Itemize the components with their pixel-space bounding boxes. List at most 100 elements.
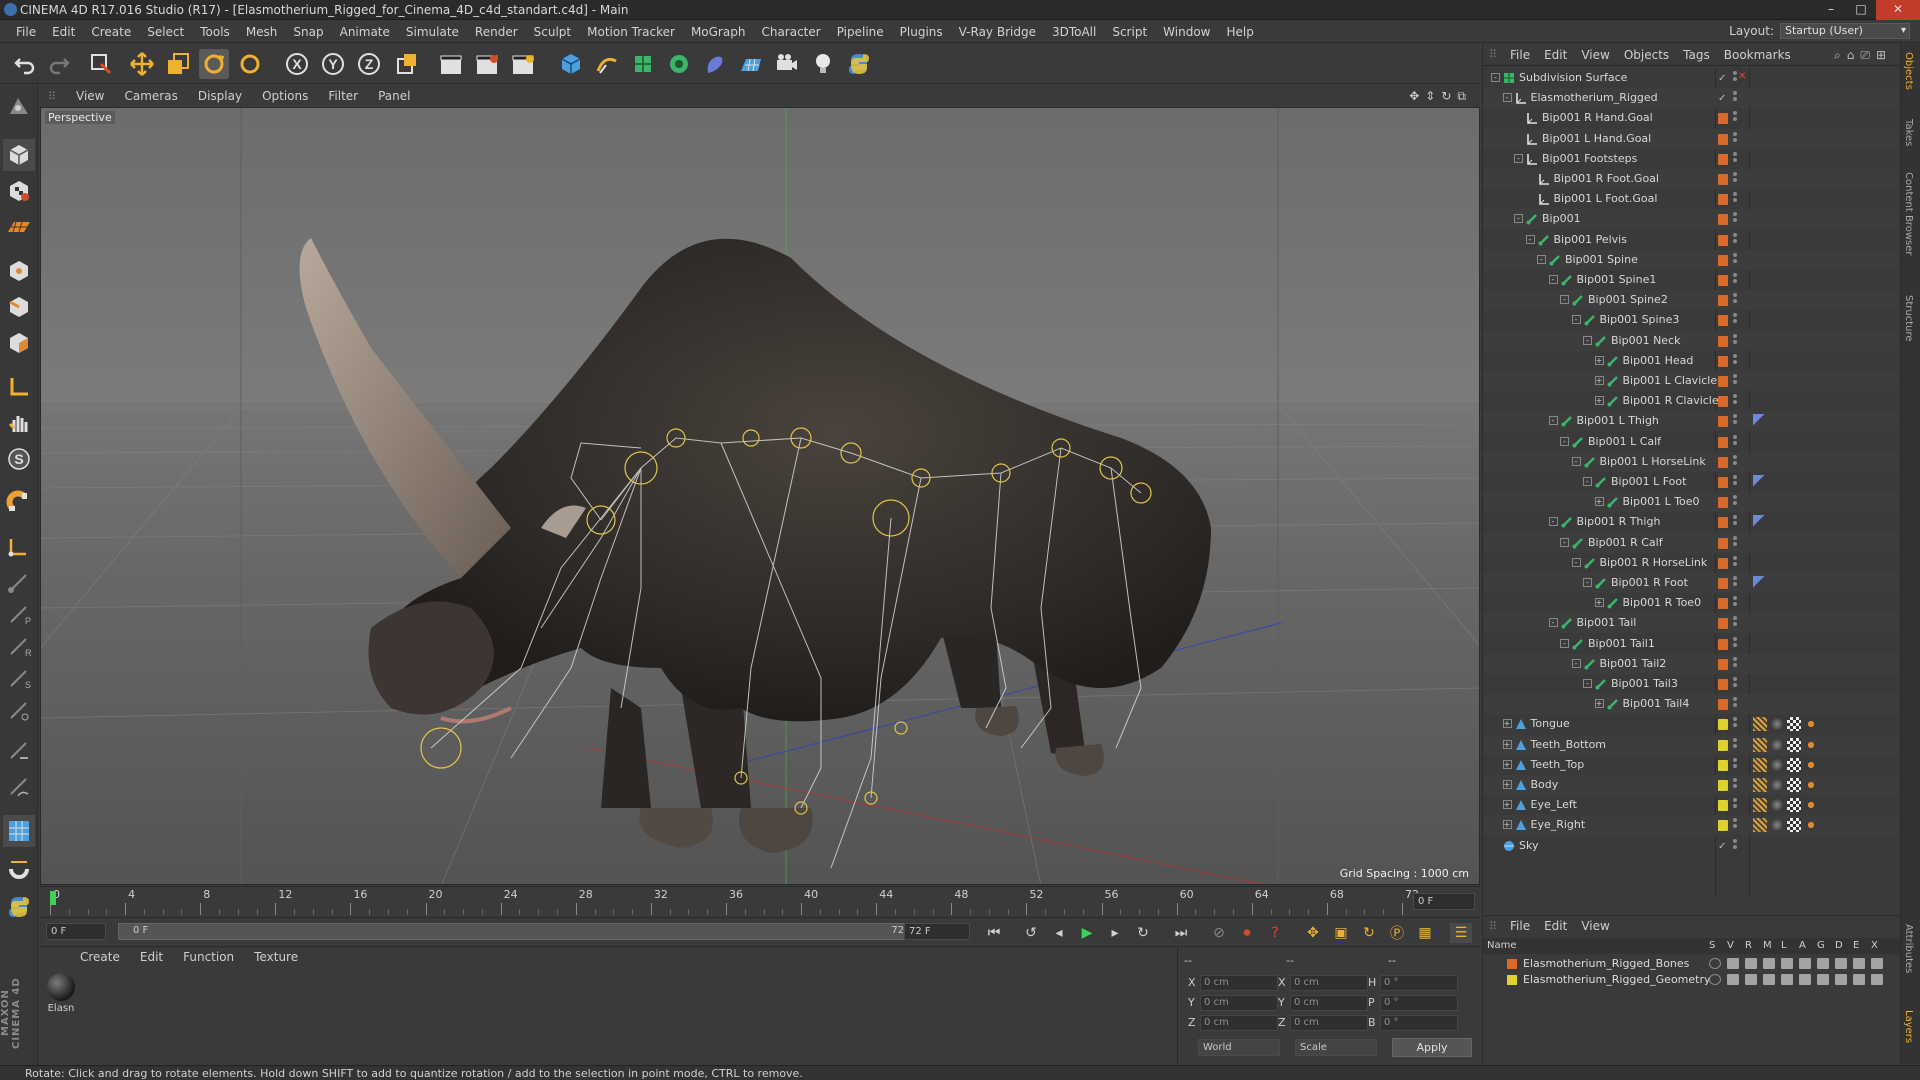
object-row-eye-right[interactable]: + Eye_Right	[1483, 815, 1901, 836]
previous-key-button[interactable]: ↺	[1020, 923, 1042, 943]
expand-toggle[interactable]: +	[1594, 376, 1604, 385]
magnet-button[interactable]	[3, 487, 35, 519]
layer-row-elasmotherium-rigged-geometry[interactable]: Elasmotherium_Rigged_Geometry	[1483, 972, 1900, 988]
expand-toggle[interactable]: +	[1502, 800, 1512, 810]
view-flag-icon[interactable]	[1727, 974, 1739, 985]
bone-tool-5-button[interactable]	[3, 695, 35, 727]
object-name[interactable]: Bip001 Tail4	[1623, 697, 1690, 710]
object-row-elasmotherium-rigged[interactable]: - Elasmotherium_Rigged ✓	[1483, 88, 1901, 109]
expand-toggle[interactable]: -	[1560, 436, 1569, 446]
rotate-tool-button[interactable]	[199, 49, 229, 79]
object-menu-view[interactable]: View	[1574, 48, 1616, 62]
layer-color-swatch[interactable]	[1718, 780, 1728, 791]
visibility-dots[interactable]	[1733, 313, 1737, 327]
rotation-b-field[interactable]: 0 °	[1380, 1015, 1458, 1031]
object-name[interactable]: Bip001 R Thigh	[1577, 515, 1661, 528]
visibility-dots[interactable]	[1733, 91, 1737, 105]
object-name[interactable]: Bip001 Pelvis	[1554, 233, 1627, 246]
phong-tag-icon[interactable]	[1753, 778, 1767, 792]
apply-button[interactable]: Apply	[1392, 1038, 1472, 1057]
visibility-dots[interactable]	[1733, 656, 1737, 671]
python-button[interactable]	[844, 49, 874, 79]
magnet-tool-button[interactable]	[3, 851, 35, 883]
close-button[interactable]: ✕	[1876, 0, 1920, 20]
z-axis-lock-button[interactable]: Z	[354, 49, 384, 79]
render-picture-viewer-button[interactable]	[472, 49, 502, 79]
object-row-bip001-head[interactable]: + Bip001 Head	[1483, 351, 1901, 371]
layer-color-swatch[interactable]	[1718, 335, 1728, 347]
manager-flag-icon[interactable]	[1763, 958, 1775, 969]
coordinate-system-button[interactable]	[392, 49, 422, 79]
weight-tag-icon[interactable]	[1804, 778, 1818, 792]
object-name[interactable]: Tongue	[1531, 717, 1570, 730]
make-editable-button[interactable]	[3, 91, 35, 123]
material-tag-icon[interactable]	[1770, 737, 1784, 752]
layer-color-swatch[interactable]	[1718, 477, 1728, 488]
object-name[interactable]: Elasmotherium_Rigged	[1531, 91, 1658, 104]
layer-color-swatch[interactable]	[1718, 517, 1728, 529]
rotation-key-button[interactable]: ↻	[1358, 923, 1380, 943]
material-tag-icon[interactable]	[1770, 778, 1784, 792]
visibility-dots[interactable]	[1733, 192, 1737, 206]
object-row-bip001-l-foot[interactable]: - Bip001 L Foot	[1483, 472, 1901, 492]
parameter-key-button[interactable]: Ⓟ	[1386, 923, 1408, 943]
visibility-dots[interactable]	[1733, 535, 1737, 550]
visibility-dots[interactable]	[1733, 616, 1737, 630]
size-x-field[interactable]: 0 cm	[1290, 975, 1368, 991]
object-row-bip001-spine2[interactable]: - Bip001 Spine2	[1483, 290, 1901, 311]
layer-color-swatch[interactable]	[1718, 436, 1728, 448]
play-button[interactable]: ▶	[1076, 923, 1098, 943]
layer-color-swatch[interactable]	[1718, 618, 1728, 630]
object-row-bip001-spine[interactable]: - Bip001 Spine	[1483, 249, 1901, 270]
expand-toggle[interactable]: +	[1594, 355, 1604, 365]
layer-color-swatch[interactable]	[1718, 557, 1728, 569]
render-flag-icon[interactable]	[1745, 974, 1757, 985]
visibility-dots[interactable]	[1733, 333, 1737, 348]
x-axis-lock-button[interactable]: X	[282, 49, 312, 79]
uvw-tag-icon[interactable]	[1787, 757, 1801, 772]
visibility-dots[interactable]	[1733, 273, 1737, 287]
object-row-tongue[interactable]: + Tongue	[1483, 714, 1901, 734]
visibility-dots[interactable]	[1733, 394, 1737, 408]
layer-color-swatch[interactable]	[1718, 133, 1728, 145]
object-row-bip001[interactable]: - Bip001	[1483, 209, 1901, 230]
perspective-viewport[interactable]: Perspective Grid Spacing : 1000 cm	[40, 107, 1480, 885]
object-row-bip001-l-toe0[interactable]: + Bip001 L Toe0	[1483, 492, 1901, 513]
visibility-dots[interactable]	[1733, 838, 1737, 853]
expand-toggle[interactable]: -	[1560, 638, 1569, 648]
expressions-flag-icon[interactable]	[1853, 958, 1865, 969]
phong-tag-icon[interactable]	[1753, 818, 1767, 833]
expand-toggle[interactable]: -	[1502, 93, 1512, 103]
layer-color-swatch[interactable]	[1718, 174, 1728, 185]
layer-color-swatch[interactable]	[1718, 376, 1728, 387]
visibility-dots[interactable]	[1733, 172, 1737, 186]
size-z-field[interactable]: 0 cm	[1290, 1015, 1368, 1031]
coordinate-system-dropdown[interactable]: World	[1198, 1039, 1280, 1056]
object-row-bip001-l-hand-goal[interactable]: Bip001 L Hand.Goal	[1483, 128, 1901, 149]
expand-toggle[interactable]: -	[1491, 73, 1500, 82]
position-key-button[interactable]: ✥	[1302, 923, 1324, 943]
home-icon[interactable]: ⌂	[1847, 48, 1861, 62]
bone-tool-3-button[interactable]: R	[3, 631, 35, 663]
expand-toggle[interactable]: -	[1571, 315, 1581, 325]
object-row-bip001-r-clavicle[interactable]: + Bip001 R Clavicle	[1483, 391, 1901, 411]
side-tab-layers[interactable]: Layers	[1903, 1010, 1914, 1043]
rotate-view-icon[interactable]: ↻	[1441, 89, 1457, 103]
object-row-bip001-l-clavicle[interactable]: + Bip001 L Clavicle	[1483, 371, 1901, 391]
object-name[interactable]: Bip001 L Foot	[1611, 475, 1686, 488]
object-row-bip001-r-hand-goal[interactable]: Bip001 R Hand.Goal	[1483, 108, 1901, 128]
visibility-check-icon[interactable]: ✓	[1718, 93, 1728, 104]
layer-color-swatch[interactable]	[1718, 638, 1728, 650]
expand-toggle[interactable]: +	[1502, 739, 1512, 749]
object-row-bip001-r-toe0[interactable]: + Bip001 R Toe0	[1483, 593, 1901, 613]
keyframe-selection-button[interactable]: ?	[1264, 923, 1286, 943]
object-menu-bookmarks[interactable]: Bookmarks	[1717, 48, 1798, 62]
locked-flag-icon[interactable]	[1781, 974, 1793, 985]
object-name[interactable]: Bip001 L Clavicle	[1623, 374, 1718, 387]
manager-flag-icon[interactable]	[1763, 974, 1775, 985]
xref-flag-icon[interactable]	[1871, 974, 1883, 985]
locked-flag-icon[interactable]	[1781, 958, 1793, 969]
menu-tools[interactable]: Tools	[192, 21, 238, 43]
visibility-dots[interactable]	[1733, 717, 1737, 731]
weight-tag-icon[interactable]	[1804, 757, 1818, 772]
